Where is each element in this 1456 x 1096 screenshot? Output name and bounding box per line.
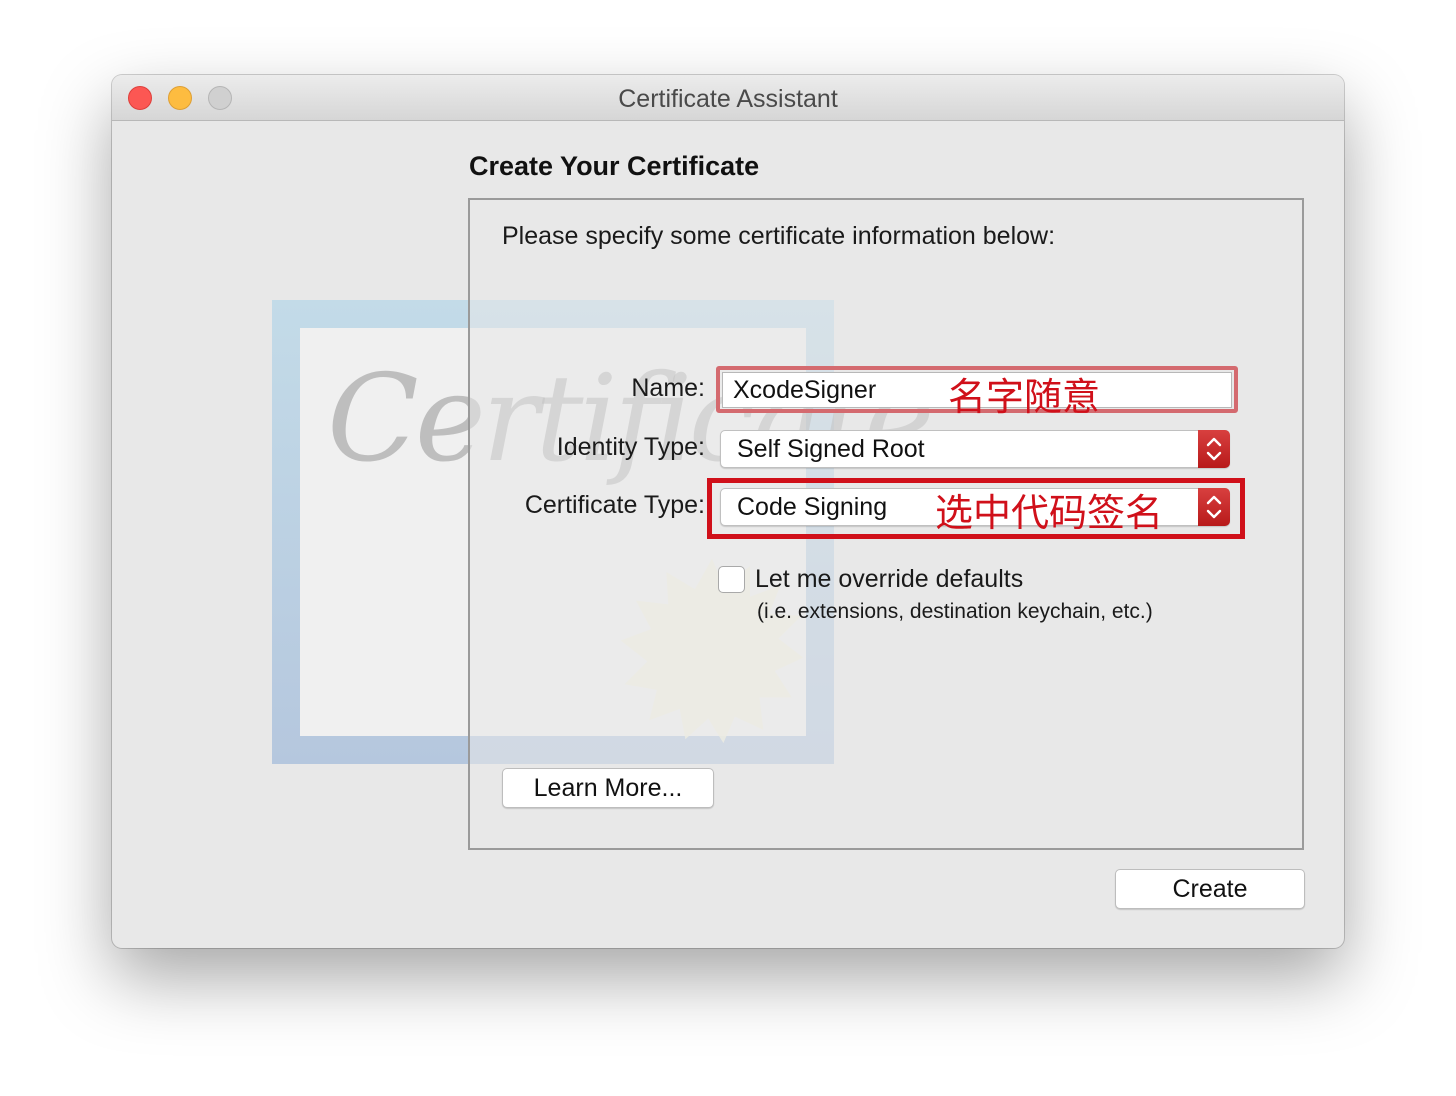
certificate-info-panel: Please specify some certificate informat… [468, 198, 1304, 850]
identity-type-select[interactable]: Self Signed Root [720, 430, 1230, 468]
certificate-type-annotation-highlight [707, 478, 1245, 539]
updown-arrows-icon [1198, 430, 1230, 468]
learn-more-button[interactable]: Learn More... [502, 768, 714, 808]
certificate-type-label: Certificate Type: [524, 491, 705, 519]
name-annotation-text: 名字随意 [948, 375, 1101, 419]
certificate-assistant-window: Certificate Assistant Create Your Certif… [112, 75, 1344, 948]
identity-type-value: Self Signed Root [737, 435, 925, 463]
identity-type-label: Identity Type: [556, 433, 705, 461]
override-defaults-label[interactable]: Let me override defaults [755, 565, 1023, 594]
override-defaults-checkbox[interactable] [718, 566, 745, 593]
override-defaults-sublabel: (i.e. extensions, destination keychain, … [757, 600, 1153, 623]
create-button[interactable]: Create [1115, 869, 1305, 909]
window-title: Certificate Assistant [618, 85, 838, 113]
title-bar[interactable]: Certificate Assistant [112, 75, 1344, 121]
page-heading: Create Your Certificate [469, 151, 760, 181]
name-label: Name: [631, 374, 705, 402]
instructions-text: Please specify some certificate informat… [502, 222, 1056, 250]
